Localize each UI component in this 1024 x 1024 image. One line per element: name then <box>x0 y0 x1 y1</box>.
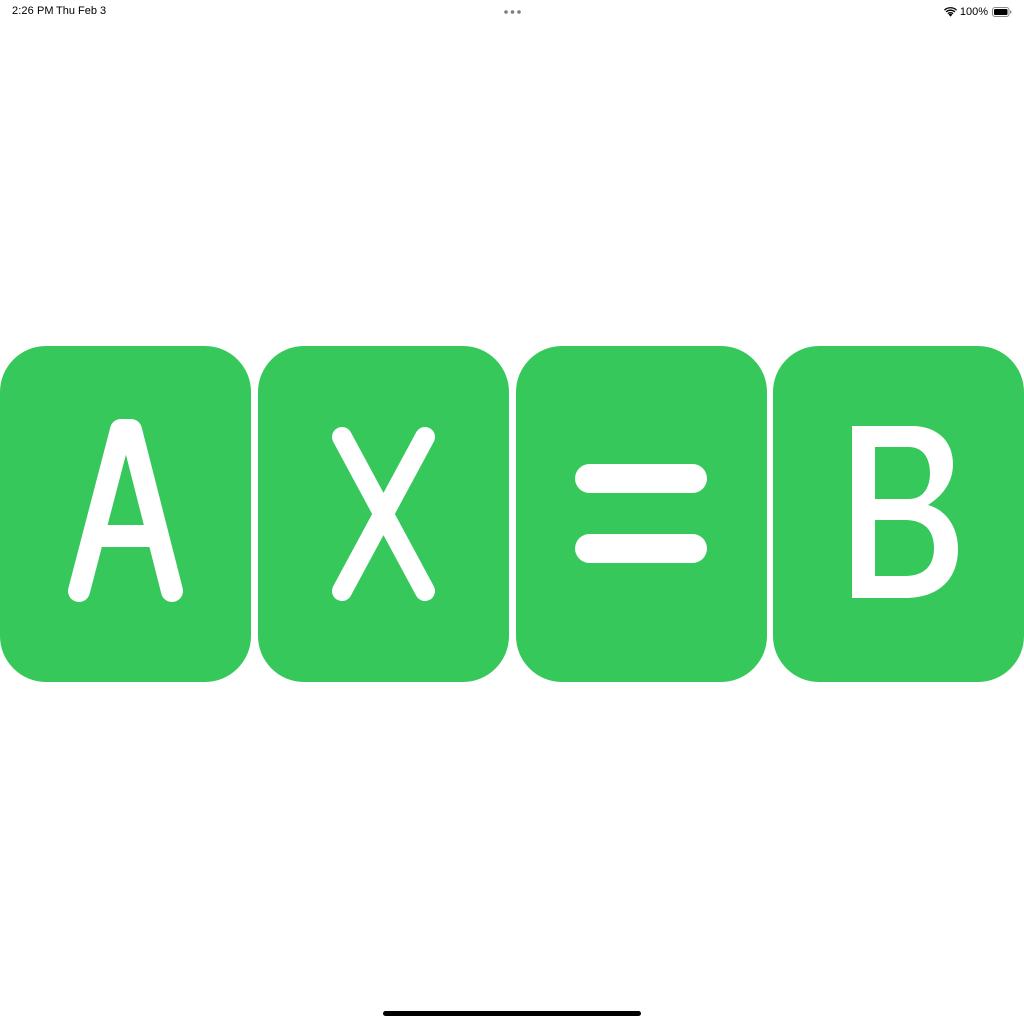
status-time: 2:26 PM <box>12 5 54 17</box>
battery-percent: 100% <box>959 6 988 18</box>
status-date: Thu Feb 3 <box>56 5 107 17</box>
tile-b[interactable]: B <box>773 346 1024 682</box>
equals-sign-glyph <box>575 464 707 563</box>
wifi-icon <box>943 7 957 17</box>
tile-equals[interactable]: = <box>516 346 767 682</box>
letter-a-glyph <box>68 419 183 602</box>
tile-a[interactable]: A <box>0 346 251 682</box>
ellipsis-icon[interactable] <box>504 10 521 14</box>
screen: 2:26 PM Thu Feb 3 100% A <box>0 0 1024 1024</box>
equation-tile-row: A X = B <box>0 346 1024 682</box>
home-indicator[interactable] <box>383 1011 641 1016</box>
status-indicators: 100% <box>943 4 1012 20</box>
letter-b-glyph <box>852 426 958 598</box>
status-bar: 2:26 PM Thu Feb 3 100% <box>0 0 1024 24</box>
letter-x-glyph <box>332 427 435 601</box>
battery-full-icon <box>992 7 1012 17</box>
tile-x[interactable]: X <box>258 346 509 682</box>
